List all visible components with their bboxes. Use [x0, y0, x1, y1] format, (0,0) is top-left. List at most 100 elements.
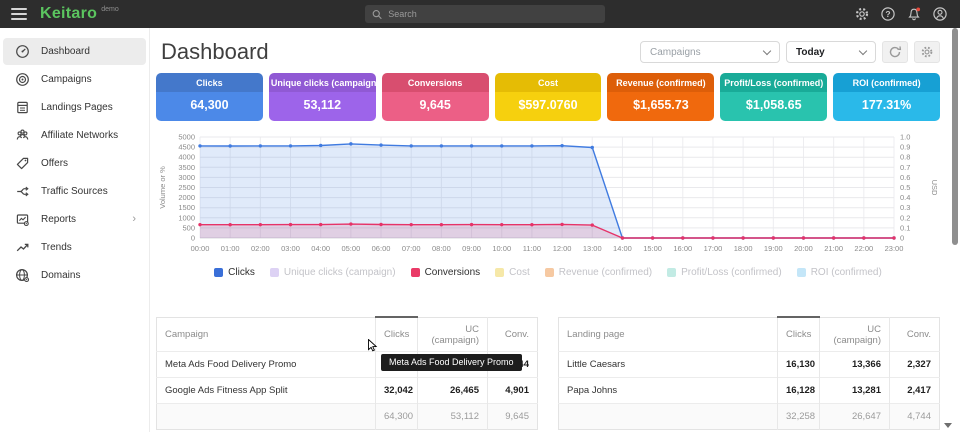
traffic-sources-icon [15, 184, 30, 199]
chevron-down-icon [859, 46, 867, 54]
column-header[interactable]: Clicks [376, 317, 418, 351]
total-cell: 64,300 [376, 403, 418, 429]
domains-globe-icon [15, 268, 30, 283]
svg-text:09:00: 09:00 [462, 244, 481, 253]
scroll-down-arrow-icon[interactable] [944, 423, 952, 428]
value-cell: 13,281 [820, 377, 890, 403]
sidebar-item-landings-pages[interactable]: Landings Pages [3, 94, 146, 121]
gear-icon [920, 45, 934, 59]
search-icon [372, 9, 382, 20]
legend-swatch-icon [214, 268, 223, 277]
notifications-bell-icon[interactable] [906, 6, 922, 22]
svg-text:0.5: 0.5 [900, 183, 910, 192]
legend-item[interactable]: Conversions [411, 267, 481, 278]
date-range-select[interactable]: Today [786, 41, 876, 63]
scrollbar-thumb[interactable] [952, 28, 958, 245]
sidebar-item-trends[interactable]: Trends [3, 234, 146, 261]
stat-card-label: Profit/Loss (confirmed) [720, 73, 827, 92]
legend-item[interactable]: Unique clicks (campaign) [270, 267, 396, 278]
menu-icon[interactable] [11, 8, 27, 20]
column-header[interactable]: Landing page [559, 317, 778, 351]
value-cell: 2,417 [890, 377, 940, 403]
svg-text:01:00: 01:00 [221, 244, 240, 253]
svg-text:02:00: 02:00 [251, 244, 270, 253]
svg-text:500: 500 [182, 223, 195, 232]
sidebar-label: Landings Pages [41, 102, 113, 113]
chart-area: 0500100015002000250030003500400045005000… [156, 131, 940, 260]
sidebar-label: Offers [41, 158, 68, 169]
sidebar-item-offers[interactable]: Offers [3, 150, 146, 177]
svg-text:15:00: 15:00 [643, 244, 662, 253]
column-header[interactable]: UC (campaign) [418, 317, 488, 351]
legend-item[interactable]: Profit/Loss (confirmed) [667, 267, 782, 278]
table-row[interactable]: Google Ads Fitness App Split32,04226,465… [157, 377, 538, 403]
settings-gear-icon[interactable] [854, 6, 870, 22]
svg-text:0: 0 [191, 234, 195, 243]
svg-text:2500: 2500 [178, 183, 195, 192]
table-header-row: Landing pageClicksUC (campaign)Conv. [559, 317, 940, 351]
table-totals-row: 64,30053,1129,645 [157, 403, 538, 429]
logo-demo-badge: demo [101, 6, 119, 13]
svg-text:5000: 5000 [178, 133, 195, 142]
campaigns-filter-select[interactable]: Campaigns [640, 41, 780, 63]
column-header[interactable]: Conv. [488, 317, 538, 351]
table-row[interactable]: Papa Johns16,12813,2812,417 [559, 377, 940, 403]
svg-text:4500: 4500 [178, 143, 195, 152]
name-cell: Little Caesars [559, 351, 778, 377]
legend-item[interactable]: Clicks [214, 267, 255, 278]
column-header[interactable]: Clicks [778, 317, 820, 351]
mouse-cursor [367, 339, 380, 352]
svg-text:14:00: 14:00 [613, 244, 632, 253]
legend-item[interactable]: Revenue (confirmed) [545, 267, 652, 278]
sidebar-item-reports[interactable]: Reports › [3, 206, 146, 233]
legend-item[interactable]: ROI (confirmed) [797, 267, 882, 278]
dashboard-settings-button[interactable] [914, 41, 940, 63]
table-row[interactable]: Little Caesars16,13013,3662,327 [559, 351, 940, 377]
svg-text:13:00: 13:00 [583, 244, 602, 253]
svg-text:USD: USD [930, 180, 939, 196]
svg-text:07:00: 07:00 [402, 244, 421, 253]
user-account-icon[interactable] [932, 6, 948, 22]
svg-text:1000: 1000 [178, 213, 195, 222]
legend-label: Unique clicks (campaign) [284, 267, 396, 278]
refresh-button[interactable] [882, 41, 908, 63]
main-content: Dashboard Campaigns Today [150, 28, 960, 432]
legend-item[interactable]: Cost [495, 267, 530, 278]
value-cell: 2,327 [890, 351, 940, 377]
svg-text:18:00: 18:00 [734, 244, 753, 253]
stat-card-label: ROI (confirmed) [833, 73, 940, 92]
search-input[interactable] [388, 9, 598, 19]
svg-text:16:00: 16:00 [673, 244, 692, 253]
sidebar-item-traffic-sources[interactable]: Traffic Sources [3, 178, 146, 205]
sidebar-item-dashboard[interactable]: Dashboard [3, 38, 146, 65]
svg-text:3000: 3000 [178, 173, 195, 182]
dashboard-chart: 0500100015002000250030003500400045005000… [156, 131, 940, 255]
stat-card-value: 53,112 [269, 92, 376, 121]
svg-text:03:00: 03:00 [281, 244, 300, 253]
sidebar-item-affiliate-networks[interactable]: Affiliate Networks [3, 122, 146, 149]
svg-text:0.2: 0.2 [900, 213, 910, 222]
legend-label: Conversions [425, 267, 481, 278]
svg-text:1.0: 1.0 [900, 133, 910, 142]
column-header[interactable]: Campaign [157, 317, 376, 351]
sidebar-label: Traffic Sources [41, 186, 108, 197]
search-bar[interactable] [365, 5, 605, 23]
topbar: Keitaro demo ? [0, 0, 960, 28]
topbar-icons: ? [854, 0, 948, 28]
column-header[interactable]: Conv. [890, 317, 940, 351]
total-cell: 32,258 [778, 403, 820, 429]
svg-text:05:00: 05:00 [341, 244, 360, 253]
app-logo[interactable]: Keitaro [40, 5, 97, 23]
svg-text:21:00: 21:00 [824, 244, 843, 253]
sidebar-label: Domains [41, 270, 80, 281]
svg-text:3500: 3500 [178, 163, 195, 172]
value-cell: 16,130 [778, 351, 820, 377]
svg-text:0.7: 0.7 [900, 163, 910, 172]
total-cell [157, 403, 376, 429]
stat-card-label: Cost [495, 73, 602, 92]
column-header[interactable]: UC (campaign) [820, 317, 890, 351]
sidebar-item-campaigns[interactable]: Campaigns [3, 66, 146, 93]
help-icon[interactable]: ? [880, 6, 896, 22]
sidebar-item-domains[interactable]: Domains [3, 262, 146, 289]
svg-text:0.8: 0.8 [900, 153, 910, 162]
